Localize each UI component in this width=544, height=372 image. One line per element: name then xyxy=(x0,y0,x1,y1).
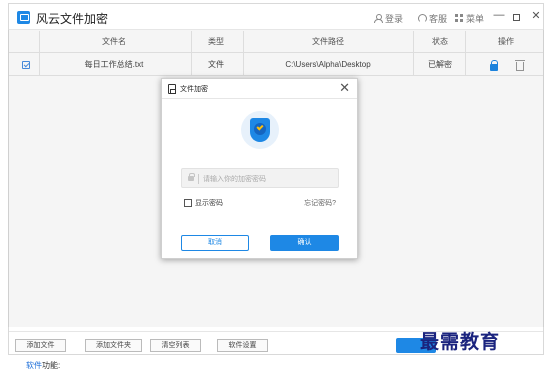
app-title: 风云文件加密 xyxy=(36,12,109,26)
show-password-label[interactable]: 显示密码 xyxy=(195,198,223,208)
user-icon xyxy=(374,14,383,23)
password-input[interactable]: 请输入你的加密密码 xyxy=(181,168,339,188)
encrypt-dialog: 文件加密 ✕ 请输入你的加密密码 显示密码 忘记密码? 取消 确认 xyxy=(161,78,358,259)
close-button[interactable]: ✕ xyxy=(530,9,542,22)
settings-button[interactable]: 软件设置 xyxy=(217,339,268,352)
service-label: 客服 xyxy=(429,14,448,24)
check-icon xyxy=(256,123,264,131)
grid-icon xyxy=(455,14,464,23)
title-bar: 风云文件加密 登录 客服 菜单 — ✕ xyxy=(9,4,543,30)
dialog-title: 文件加密 xyxy=(180,86,208,93)
add-folder-button[interactable]: 添加文件夹 xyxy=(85,339,142,352)
footer-caption: 软件功能: xyxy=(26,360,60,371)
menu-button[interactable]: 菜单 xyxy=(455,12,484,25)
dialog-header: 文件加密 ✕ xyxy=(162,79,357,99)
confirm-button[interactable]: 确认 xyxy=(270,235,339,251)
shield-icon xyxy=(250,118,270,142)
add-file-button[interactable]: 添加文件 xyxy=(15,339,66,352)
service-button[interactable]: 客服 xyxy=(418,12,447,25)
footer-link[interactable]: 软件 xyxy=(26,361,42,370)
shield-inner xyxy=(254,123,266,135)
watermark-text: 最需教育 xyxy=(420,331,501,353)
input-divider xyxy=(198,174,199,184)
app-logo-icon xyxy=(17,11,30,24)
menu-label: 菜单 xyxy=(466,14,485,24)
maximize-button[interactable] xyxy=(513,14,520,21)
password-lock-icon xyxy=(188,173,195,181)
footer-text: 功能: xyxy=(42,361,61,370)
login-label: 登录 xyxy=(385,14,404,24)
minimize-button[interactable]: — xyxy=(493,9,505,21)
clear-list-button[interactable]: 清空列表 xyxy=(150,339,201,352)
file-lock-icon xyxy=(168,84,176,94)
dialog-close-icon[interactable]: ✕ xyxy=(339,81,350,95)
shield-badge xyxy=(241,111,279,149)
login-button[interactable]: 登录 xyxy=(374,12,403,25)
show-password-checkbox[interactable] xyxy=(184,199,192,207)
password-placeholder: 请输入你的加密密码 xyxy=(203,176,266,183)
forgot-password-link[interactable]: 忘记密码? xyxy=(304,198,336,208)
cancel-button[interactable]: 取消 xyxy=(181,235,249,251)
headset-icon xyxy=(418,14,427,23)
